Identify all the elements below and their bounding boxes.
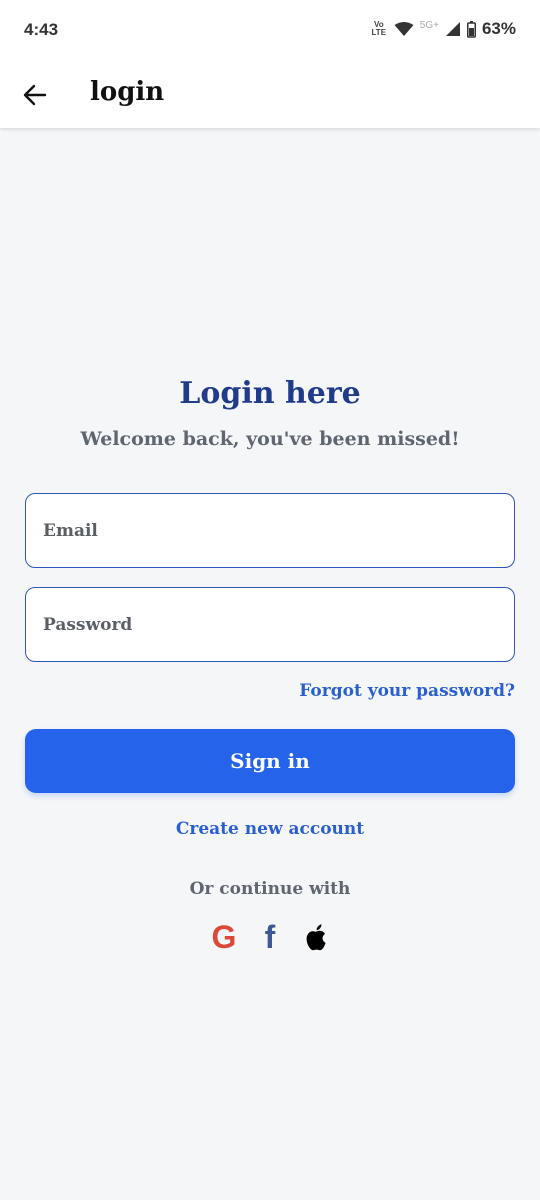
facebook-login-button[interactable]: f bbox=[257, 919, 283, 955]
login-heading: Login here bbox=[179, 376, 361, 411]
facebook-icon: f bbox=[264, 919, 276, 955]
battery-percent: 63% bbox=[481, 19, 516, 38]
arrow-left-icon bbox=[23, 84, 47, 106]
sign-in-button[interactable]: Sign in bbox=[25, 729, 515, 793]
create-account-link[interactable]: Create new account bbox=[0, 819, 540, 839]
page-title: login bbox=[90, 77, 165, 107]
signal-icon bbox=[445, 22, 460, 36]
apple-login-button[interactable] bbox=[303, 922, 329, 952]
social-login-row: G f bbox=[0, 920, 540, 954]
sign-in-label: Sign in bbox=[230, 749, 310, 773]
google-icon: G bbox=[211, 919, 237, 955]
volte-indicator: Vo LTE bbox=[371, 20, 387, 37]
email-field[interactable]: Email bbox=[25, 493, 515, 568]
status-bar: 4:43 Vo LTE 5G+ 63% bbox=[0, 0, 540, 62]
apple-icon bbox=[306, 924, 326, 951]
continue-with-text: Or continue with bbox=[189, 879, 351, 899]
battery-icon bbox=[466, 20, 476, 38]
app-bar: login bbox=[0, 62, 540, 128]
network-type: 5G+ bbox=[419, 19, 439, 31]
email-placeholder: Email bbox=[43, 520, 98, 541]
google-login-button[interactable]: G bbox=[211, 919, 237, 955]
forgot-password-link[interactable]: Forgot your password? bbox=[299, 681, 515, 701]
wifi-icon bbox=[394, 22, 414, 36]
status-icons: Vo LTE 5G+ 63% bbox=[370, 19, 516, 39]
welcome-subheading: Welcome back, you've been missed! bbox=[80, 428, 460, 450]
password-field[interactable]: Password bbox=[25, 587, 515, 662]
password-placeholder: Password bbox=[43, 614, 133, 635]
back-button[interactable] bbox=[18, 79, 52, 111]
status-time: 4:43 bbox=[24, 20, 59, 39]
